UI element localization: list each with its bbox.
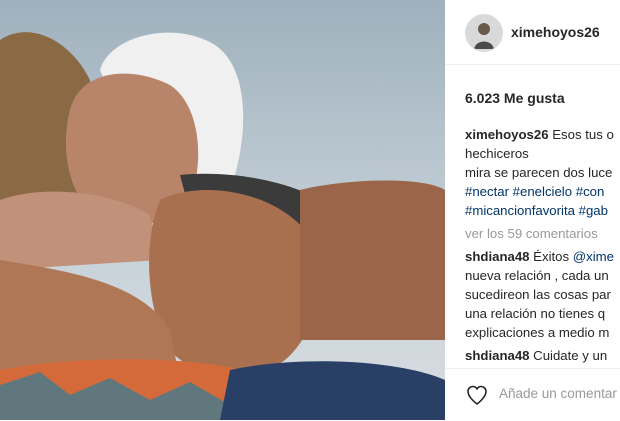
view-all-comments-link[interactable]: ver los 59 comentarios (465, 224, 620, 243)
mention[interactable]: @xime (573, 249, 614, 264)
comment-2: shdiana48 Cuidate y un (465, 346, 620, 365)
caption-line-1: ximehoyos26 Esos tus o (465, 125, 620, 144)
caption-tags-1: #nectar #enelcielo #con (465, 182, 620, 201)
comment-1-line-5: explicaciones a medio m (465, 325, 610, 340)
hashtag[interactable]: #con (576, 184, 605, 199)
caption-line-3: mira se parecen dos luce (465, 165, 613, 180)
add-comment-input[interactable] (499, 386, 620, 401)
avatar[interactable] (465, 14, 503, 52)
comment-1-line-3: sucedireon las cosas par (465, 287, 611, 302)
comment-username[interactable]: shdiana48 (465, 348, 530, 363)
comment-1-line-1: shdiana48 Éxitos @xime (465, 247, 620, 266)
heart-outline-icon[interactable] (465, 383, 489, 407)
comment-footer (445, 368, 620, 421)
caption-line-2: hechiceros (465, 146, 529, 161)
post-sidebar: ximehoyos26 6.023 Me gusta ximehoyos26 E… (445, 0, 620, 420)
hashtag[interactable]: #micancionfavorita (465, 203, 575, 218)
post-username[interactable]: ximehoyos26 (511, 24, 600, 40)
comments-section: ximehoyos26 Esos tus o hechiceros mira s… (465, 125, 620, 365)
comment-text: Éxitos (529, 249, 573, 264)
comment-1-line-4: una relación no tienes q (465, 306, 606, 321)
post-photo[interactable] (0, 0, 445, 420)
hashtag[interactable]: #enelcielo (513, 184, 572, 199)
comment-text: Cuidate y un (529, 348, 608, 363)
hashtag[interactable]: #nectar (465, 184, 509, 199)
comment-username[interactable]: shdiana48 (465, 249, 530, 264)
post-header: ximehoyos26 (445, 0, 620, 65)
caption-username[interactable]: ximehoyos26 (465, 127, 549, 142)
comment-1-line-2: nueva relación , cada un (465, 268, 609, 283)
caption-text-1: Esos tus o (548, 127, 614, 142)
caption-tags-2: #micancionfavorita #gab (465, 201, 620, 220)
likes-count[interactable]: 6.023 Me gusta (465, 90, 565, 106)
mention[interactable]: #gab (579, 203, 608, 218)
